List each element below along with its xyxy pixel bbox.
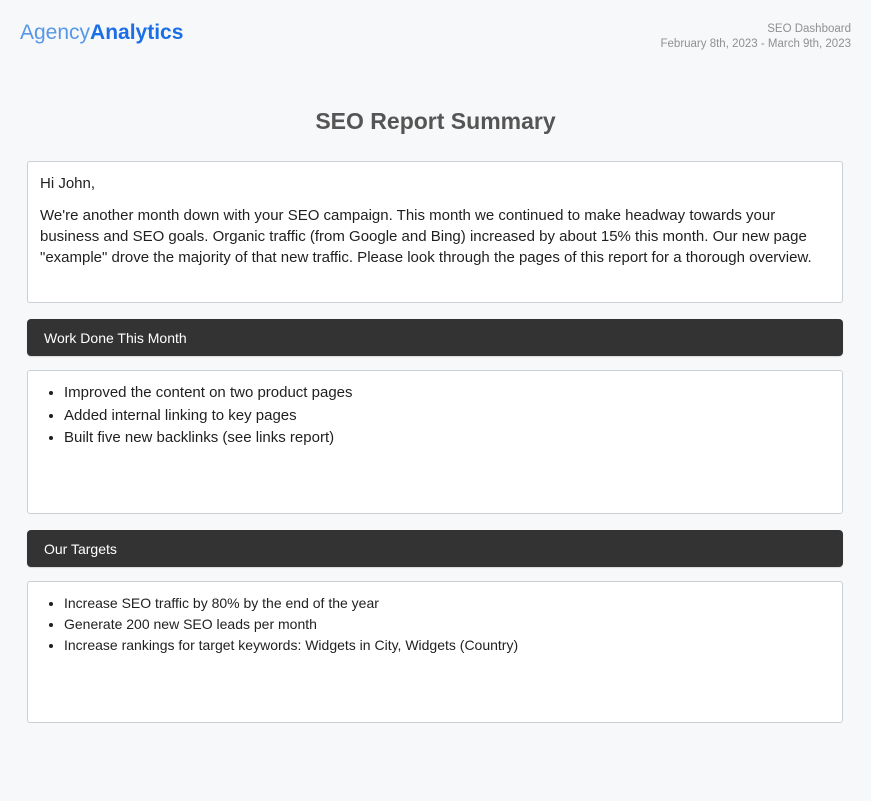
section-header-work-done: Work Done This Month: [27, 319, 843, 356]
report-meta: SEO Dashboard February 8th, 2023 - March…: [661, 21, 852, 52]
list-item: Generate 200 new SEO leads per month: [64, 614, 830, 635]
section-header-our-targets: Our Targets: [27, 530, 843, 567]
section-title: Work Done This Month: [44, 330, 187, 346]
work-done-box: Improved the content on two product page…: [27, 370, 843, 514]
report-body: Hi John, We're another month down with y…: [0, 161, 871, 723]
list-item: Improved the content on two product page…: [64, 382, 830, 405]
logo-text-agency: Agency: [20, 21, 90, 44]
list-item: Increase SEO traffic by 80% by the end o…: [64, 593, 830, 614]
agency-analytics-logo: AgencyAnalytics: [20, 21, 183, 45]
targets-box: Increase SEO traffic by 80% by the end o…: [27, 581, 843, 723]
targets-list: Increase SEO traffic by 80% by the end o…: [40, 593, 830, 656]
page-title: SEO Report Summary: [0, 108, 871, 135]
date-range: February 8th, 2023 - March 9th, 2023: [661, 37, 852, 52]
report-header: AgencyAnalytics SEO Dashboard February 8…: [0, 0, 871, 52]
list-item: Increase rankings for target keywords: W…: [64, 635, 830, 656]
dashboard-name: SEO Dashboard: [661, 22, 852, 37]
list-item: Built five new backlinks (see links repo…: [64, 427, 830, 450]
list-item: Added internal linking to key pages: [64, 405, 830, 428]
intro-paragraph: We're another month down with your SEO c…: [40, 205, 830, 268]
section-title: Our Targets: [44, 541, 117, 557]
logo-text-analytics: Analytics: [90, 21, 183, 44]
work-done-list: Improved the content on two product page…: [40, 382, 830, 450]
intro-box: Hi John, We're another month down with y…: [27, 161, 843, 303]
greeting-text: Hi John,: [40, 173, 830, 194]
seo-report-page: AgencyAnalytics SEO Dashboard February 8…: [0, 0, 871, 801]
